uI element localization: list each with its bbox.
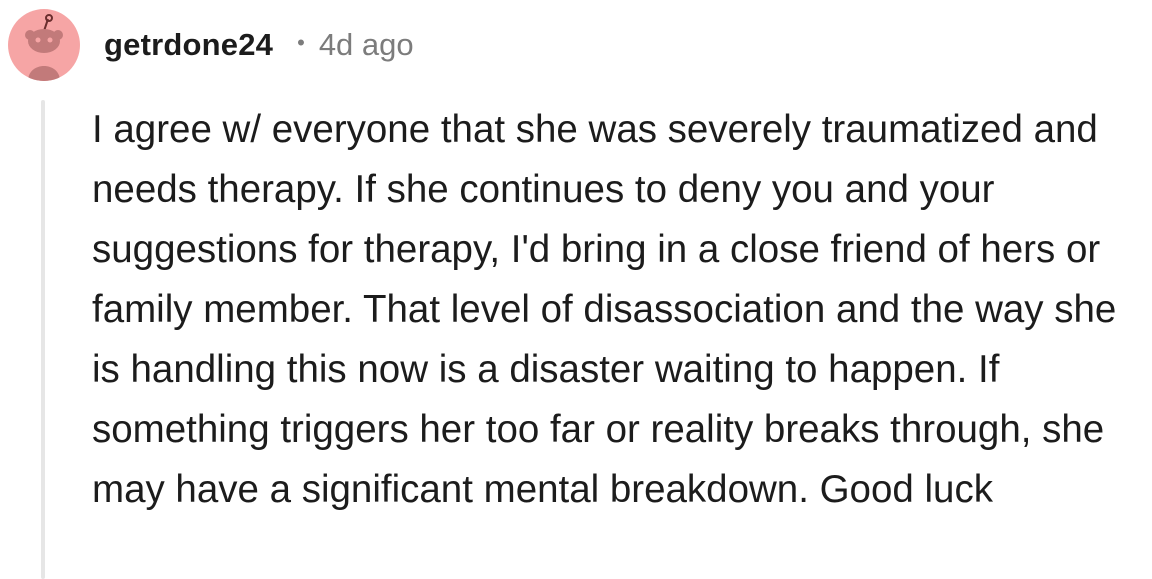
comment-header: getrdone24 • 4d ago bbox=[104, 22, 414, 68]
thread-line[interactable] bbox=[41, 100, 45, 579]
username-link[interactable]: getrdone24 bbox=[104, 27, 273, 63]
comment: getrdone24 • 4d ago I agree w/ everyone … bbox=[0, 0, 1152, 579]
comment-body: I agree w/ everyone that she was severel… bbox=[92, 108, 1117, 511]
avatar[interactable] bbox=[8, 9, 80, 81]
meta-separator: • bbox=[297, 30, 305, 55]
comment-timestamp[interactable]: 4d ago bbox=[319, 27, 414, 63]
reddit-snoo-avatar-icon bbox=[25, 14, 63, 81]
